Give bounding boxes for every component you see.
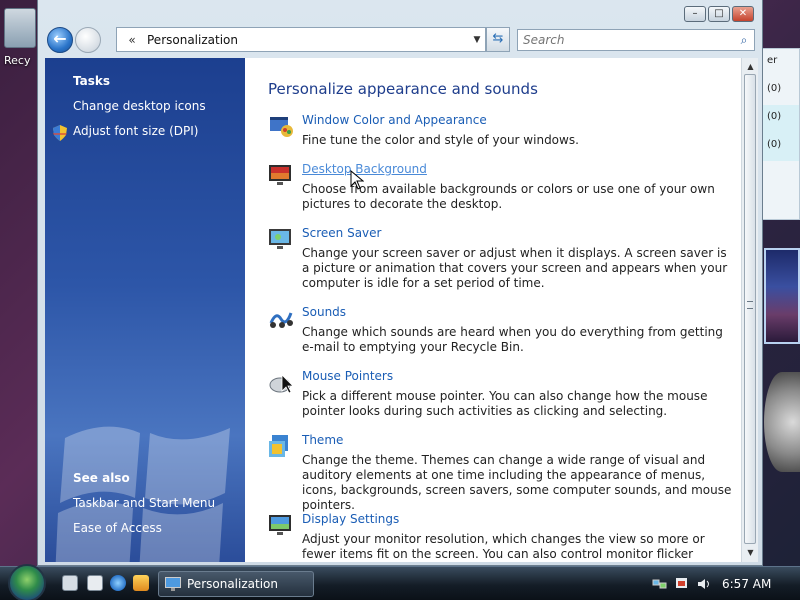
switch-windows-icon[interactable] [87,575,103,591]
scroll-up-icon[interactable]: ▲ [742,60,759,74]
item-description: Change your screen saver or adjust when … [302,246,728,290]
scroll-grip-icon [747,301,753,309]
forward-button[interactable] [75,27,101,53]
recycle-bin-icon[interactable] [4,8,36,48]
screen-saver-link[interactable]: Screen Saver [302,226,381,240]
uac-shield-icon [53,125,67,141]
refresh-button[interactable]: ⇆ [486,27,510,52]
see-also-taskbar-start-menu[interactable]: Taskbar and Start Menu [73,496,215,510]
address-bar[interactable]: « Personalization ▼ [116,27,486,52]
mouse-cursor-icon [350,170,364,190]
gadget-row[interactable]: (0) [763,105,799,133]
item-description: Fine tune the color and style of your wi… [302,133,579,147]
breadcrumb-chevron-icon[interactable]: « [117,33,147,47]
item-description: Change the theme. Themes can change a wi… [302,453,732,512]
taskbar: Personalization 6:57 AM [0,564,800,600]
display-icon [269,515,291,535]
display-icon [165,577,181,591]
show-desktop-icon[interactable] [62,575,78,591]
system-tray: 6:57 AM [646,571,800,597]
mouse-icon [269,374,294,394]
desktop-background-link[interactable]: Desktop Background [302,162,427,176]
volume-icon[interactable] [696,577,712,591]
task-pane: Tasks Change desktop icons Adjust font s… [45,58,245,562]
media-player-icon[interactable] [133,575,149,591]
sounds-icon [269,312,293,328]
personalization-window: – □ ✕ ← « Personalization ▼ ⇆ ⌕ Tasks Ch… [37,0,763,566]
task-adjust-font-size[interactable]: Adjust font size (DPI) [73,124,198,138]
gadget-row[interactable]: (0) [763,77,799,105]
vertical-scrollbar[interactable]: ▲ ▼ [741,58,758,562]
theme-link[interactable]: Theme [302,433,343,447]
breadcrumb[interactable]: Personalization [147,33,469,47]
clock[interactable]: 6:57 AM [722,577,771,591]
scroll-thumb[interactable] [744,74,756,544]
main-content: Personalize appearance and sounds Window… [245,58,742,562]
internet-explorer-icon[interactable] [110,575,126,591]
close-button[interactable]: ✕ [732,6,754,22]
item-description: Pick a different mouse pointer. You can … [302,389,708,418]
mouse-pointers-link[interactable]: Mouse Pointers [302,369,393,383]
start-button[interactable] [8,564,46,600]
address-dropdown-icon[interactable]: ▼ [469,35,485,45]
window-color-link[interactable]: Window Color and Appearance [302,113,487,127]
refresh-icon: ⇆ [492,31,504,46]
see-also-ease-of-access[interactable]: Ease of Access [73,521,162,535]
window-color-icon [270,117,293,137]
network-icon[interactable] [652,577,668,591]
item-description: Adjust your monitor resolution, which ch… [302,532,705,561]
sidebar-gadget-feed[interactable]: er (0) (0) (0) [762,48,800,220]
item-description: Choose from available backgrounds or col… [302,182,715,211]
desktop-background-icon [269,165,291,185]
maximize-button[interactable]: □ [708,6,730,22]
screen-saver-icon [269,229,291,249]
task-change-desktop-icons[interactable]: Change desktop icons [73,99,206,113]
slideshow-gadget[interactable] [764,248,800,344]
theme-icon [269,435,288,457]
search-box: ⌕ [517,29,755,51]
back-button[interactable]: ← [47,27,73,53]
clock-gadget[interactable] [764,372,800,472]
minimize-button[interactable]: – [684,6,706,22]
page-title: Personalize appearance and sounds [268,80,538,98]
scroll-down-icon[interactable]: ▼ [742,546,759,560]
security-icon[interactable] [674,577,690,591]
search-input[interactable] [518,33,734,47]
see-also-heading: See also [73,471,130,485]
tasks-heading: Tasks [73,74,111,88]
taskbar-button-personalization[interactable]: Personalization [158,571,314,597]
display-settings-link[interactable]: Display Settings [302,512,399,526]
gadget-row[interactable]: (0) [763,133,799,161]
taskbar-button-label: Personalization [187,577,278,591]
item-description: Change which sounds are heard when you d… [302,325,723,354]
caption-buttons: – □ ✕ [684,6,754,22]
search-icon[interactable]: ⌕ [734,33,754,48]
back-arrow-icon: ← [53,29,67,48]
sounds-link[interactable]: Sounds [302,305,346,319]
gadget-header: er [767,55,778,66]
